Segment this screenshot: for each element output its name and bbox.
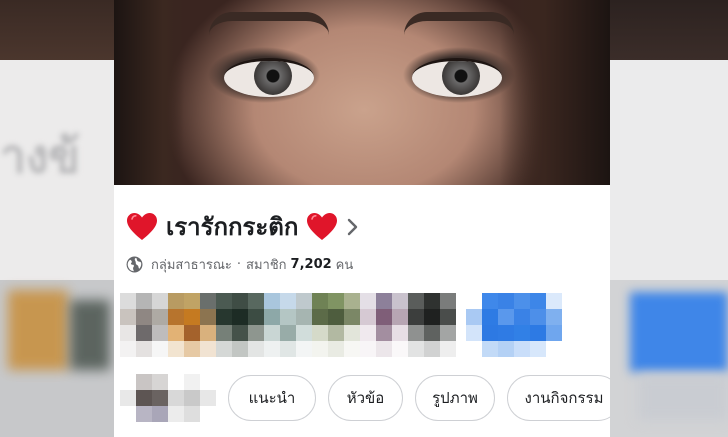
chevron-right-icon[interactable] [346,217,360,237]
blurred-shape [638,375,728,420]
avatar[interactable] [264,293,312,357]
group-tabs: แนะนำ หัวข้อ รูปภาพ งานกิจกรรม [120,374,610,422]
cover-hair-left [114,0,184,185]
tab-topics[interactable]: หัวข้อ [328,375,403,421]
heart-icon [307,213,338,240]
blurred-shape [70,300,110,370]
avatar[interactable] [216,293,264,357]
tab-events[interactable]: งานกิจกรรม [507,375,610,421]
tab-suggested[interactable]: แนะนำ [228,375,316,421]
blurred-shape [630,292,728,372]
avatar[interactable] [168,293,216,357]
avatar[interactable] [360,293,408,357]
cover-eye-left [224,58,314,97]
cover-eyebrow-left [209,12,329,35]
group-title[interactable]: เรารักกระติก [126,207,360,247]
blurred-left-panel: างข้ [0,0,114,437]
group-meta: กลุ่มสาธารณะ · สมาชิก 7,202 คน [126,254,353,274]
heart-icon [127,213,157,240]
avatar[interactable] [312,293,360,357]
group-card: เรารักกระติก กลุ่มสาธารณะ · สมาชิก 7,202… [114,0,610,437]
privacy-label: กลุ่มสาธารณะ [151,257,232,273]
member-count: 7,202 [290,256,332,272]
cover-hair-right [500,0,610,185]
member-unit: คน [335,257,354,273]
avatar[interactable] [466,293,562,357]
member-avatars[interactable] [120,293,562,357]
blurred-right-panel [610,0,728,437]
cover-eyebrow-right [404,12,514,35]
current-user-avatar[interactable] [120,374,216,422]
cover-photo[interactable] [114,0,610,185]
avatar[interactable] [120,293,168,357]
tab-photos[interactable]: รูปภาพ [415,375,495,421]
blurred-text: างข้ [0,129,80,183]
members-label: สมาชิก [246,257,287,273]
separator: · [236,256,242,272]
blurred-shape [8,290,68,370]
globe-icon [126,256,143,272]
cover-eye-right [412,58,502,97]
avatar[interactable] [408,293,456,357]
group-name: เรารักกระติก [166,213,299,241]
